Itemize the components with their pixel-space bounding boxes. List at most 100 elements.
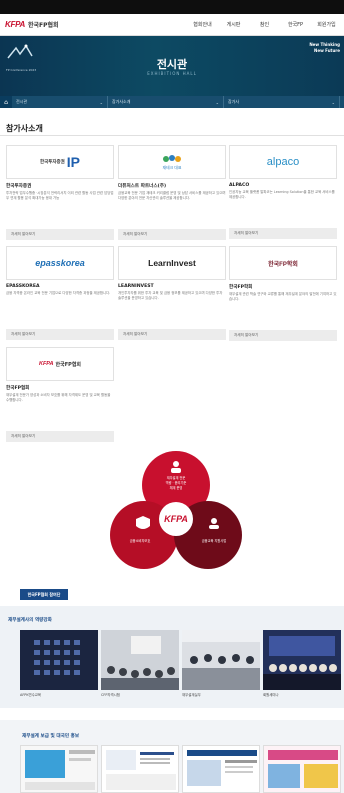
exhibitor-detail-button[interactable]: 자세히 알아보기 [229,228,337,239]
promo-thumb[interactable] [182,745,260,793]
capacity-section-title: 재무설계사의 역량강화 [8,618,52,623]
nav-item-signup[interactable]: 회원가입 [311,21,342,28]
exhibitor-detail-button[interactable]: 자세히 알아보기 [118,329,226,340]
group-photo-icon [263,630,341,690]
main-nav: KFPA 한국FP협회 협회안내 게시판 참인 한국FP 회원가입 [0,14,344,36]
promo-thumb[interactable] [263,745,341,793]
classroom-icon [182,630,260,690]
exhibitor-logo-mark-icon: KFPA [38,361,54,367]
nav-item-about[interactable]: 협회안내 [187,21,218,28]
venn-top-line-2: 역량 · 윤리기준 [166,480,187,485]
nav-item-board[interactable]: 게시판 [218,21,249,28]
breadcrumb-select-2[interactable]: 참가사소개 ⌄ [108,96,224,108]
event-photo-thumb[interactable] [101,630,179,690]
exhibitor-card: epasskorea EPASSKOREA 금융 자격증 온라인 교육 전문 기… [6,246,114,340]
exhibitor-card: KFPA 한국FP협회 한국FP협회 재무설계 전문가 양성과 소비자 보호를 … [6,347,114,442]
promo-image-icon [264,746,340,792]
exhibitor-description: 개인투자자를 위한 투자 교육 및 금융 정보를 제공하고 있으며 다양한 투자… [118,291,223,300]
exhibitor-logo-text: LearnInvest [148,258,196,268]
exhibitor-name: 한국FP학회 [229,285,253,290]
screen-grid-icon [20,630,98,690]
thumb-caption: 회원세미나 [263,693,279,697]
event-photo-thumb[interactable] [263,630,341,690]
exhibitor-logo: alpaco [229,145,337,179]
promotion-section-title: 재무설계 보급 및 대국민 홍보 [22,734,80,739]
exhibitor-detail-button[interactable]: 자세히 알아보기 [118,229,226,240]
thumb-caption: AFPK연수교육 [20,693,42,697]
venn-center-label: KFPA [164,514,188,524]
exhibitor-logo: epasskorea [6,246,114,280]
exhibitor-name: LEARNINVEST [118,284,154,289]
hero-tagline-line2: New Future [314,48,340,53]
exhibitor-logo: 한국투자증권 IP [6,145,114,179]
exhibitor-detail-button[interactable]: 자세히 알아보기 [6,329,114,340]
exhibitor-description: 투자전략 업무수행중 ·시장분석 전략리서치 이외 관련 활동 사업 관련 담당… [6,191,114,200]
event-photo-thumb[interactable] [20,630,98,690]
nav-item-kfp[interactable]: 한국FP [280,21,311,28]
exhibitor-description: 금융 자격증 온라인 교육 전문 기업으로 다양한 자격증 과정을 제공합니다. [6,291,111,295]
logo-name: 한국FP협회 [27,22,59,29]
event-photo-thumb[interactable] [182,630,260,690]
exhibitor-card: LearnInvest LEARNINVEST 개인투자자를 위한 투자 교육 … [118,246,226,340]
exhibitor-card: 한국FP학회 한국FP학회 재무설계 관련 학술 연구와 교류를 통해 재무설계… [229,246,337,341]
exhibitor-logo: 재테크 대표 [118,145,226,179]
exhibitor-detail-button[interactable]: 자세히 알아보기 [6,229,114,240]
nav-menu: 협회안내 게시판 참인 한국FP 회원가입 [187,21,342,28]
nav-item-join[interactable]: 참인 [249,21,280,28]
kfpa-venn-diagram: KFPA 재무설계 전문 역량 · 윤리기준 체계 운영 금융소비자보호 금융교… [110,451,242,569]
exhibitor-logo-text: epasskorea [35,258,85,268]
section-divider [0,135,344,136]
exhibitor-detail-button[interactable]: 자세히 알아보기 [229,330,337,341]
kfpa-participants-button[interactable]: 한국FP협회 참여단 [20,589,68,600]
exhibitor-description: 금융교육 전문 기업 재테크 커리큘럼 운영 및 상담 서비스를 제공하고 있으… [118,191,226,200]
breadcrumb-select-3[interactable]: 참가사 ⌄ [224,96,340,108]
venn-right-label: 금융교육 지원사업 [202,538,227,543]
exhibitor-description: 재무설계 관련 학술 연구와 교류를 통해 재무설계 분야의 발전에 기여하고 … [229,292,337,301]
exhibitor-logo: KFPA 한국FP협회 [6,347,114,381]
promo-image-icon [183,746,259,792]
promo-image-icon [102,746,178,792]
hero-tagline: New Thinking New Future [309,42,340,54]
exhibitor-detail-button[interactable]: 자세히 알아보기 [6,431,114,442]
exhibitor-card: 재테크 대표 더퓨처스트 파트너스(주) 금융교육 전문 기업 재테크 커리큘럼… [118,145,226,240]
hero-banner: FP Conference 2023 전시관 EXHIBITION HALL N… [0,36,344,96]
exhibitor-logo: 한국FP학회 [229,246,337,280]
breadcrumb-label-1: 전시관 [16,99,28,104]
site-logo[interactable]: KFPA 한국FP협회 [5,20,59,29]
exhibitor-name: 더퓨처스트 파트너스(주) [118,184,167,189]
venn-top-line-1: 재무설계 전문 [167,475,186,480]
exhibitor-logo-text: alpaco [266,156,300,168]
page: KFPA 한국FP협회 협회안내 게시판 참인 한국FP 회원가입 FP Con… [0,0,344,793]
home-icon[interactable]: ⌂ [0,96,12,108]
exhibitor-name: EPASSKOREA [6,284,40,289]
chevron-down-icon: ⌄ [99,99,103,105]
page-title: 전시관 [156,58,188,71]
exhibitor-logo-text: 한국투자증권 [39,159,65,164]
breadcrumb-select-1[interactable]: 전시관 ⌄ [12,96,108,108]
exhibitor-logo-mark-icon: IP [66,154,81,170]
exhibitor-logo: LearnInvest [118,246,226,280]
exhibitor-logo-mark-icon [163,155,181,162]
venn-top-line-3: 체계 운영 [170,485,183,490]
exhibitor-name: ALPACO [229,183,250,188]
logo-mark: KFPA [5,20,25,29]
page-subtitle: EXHIBITION HALL [147,71,197,76]
exhibitor-name: 한국투자증권 [6,184,32,189]
thumb-caption: 재무설계실무 [182,693,201,697]
chevron-down-icon: ⌄ [331,99,335,105]
exhibitor-card: alpaco ALPACO 인공지능 교육 플랫폼 알파코는 Learning … [229,145,337,239]
exhibitor-name: 한국FP협회 [6,386,30,391]
venn-left-label: 금융소비자보호 [130,538,151,543]
thumb-caption: CFP자격시험 [101,693,120,697]
section-title: 참가사소개 [6,124,43,133]
breadcrumb-label-3: 참가사 [228,99,240,104]
exhibitor-logo-text: 재테크 대표 [162,165,182,170]
breadcrumb-label-2: 참가사소개 [112,99,131,104]
chevron-down-icon: ⌄ [215,99,219,105]
exhibitor-description: 인공지능 교육 플랫폼 알파코는 Learning Solution을 통한 교… [229,190,335,199]
exhibitor-logo-text: 한국FP협회 [55,361,82,368]
lecture-hall-icon [101,630,179,690]
promo-thumb[interactable] [20,745,98,793]
promo-thumb[interactable] [101,745,179,793]
promo-image-icon [21,746,97,792]
